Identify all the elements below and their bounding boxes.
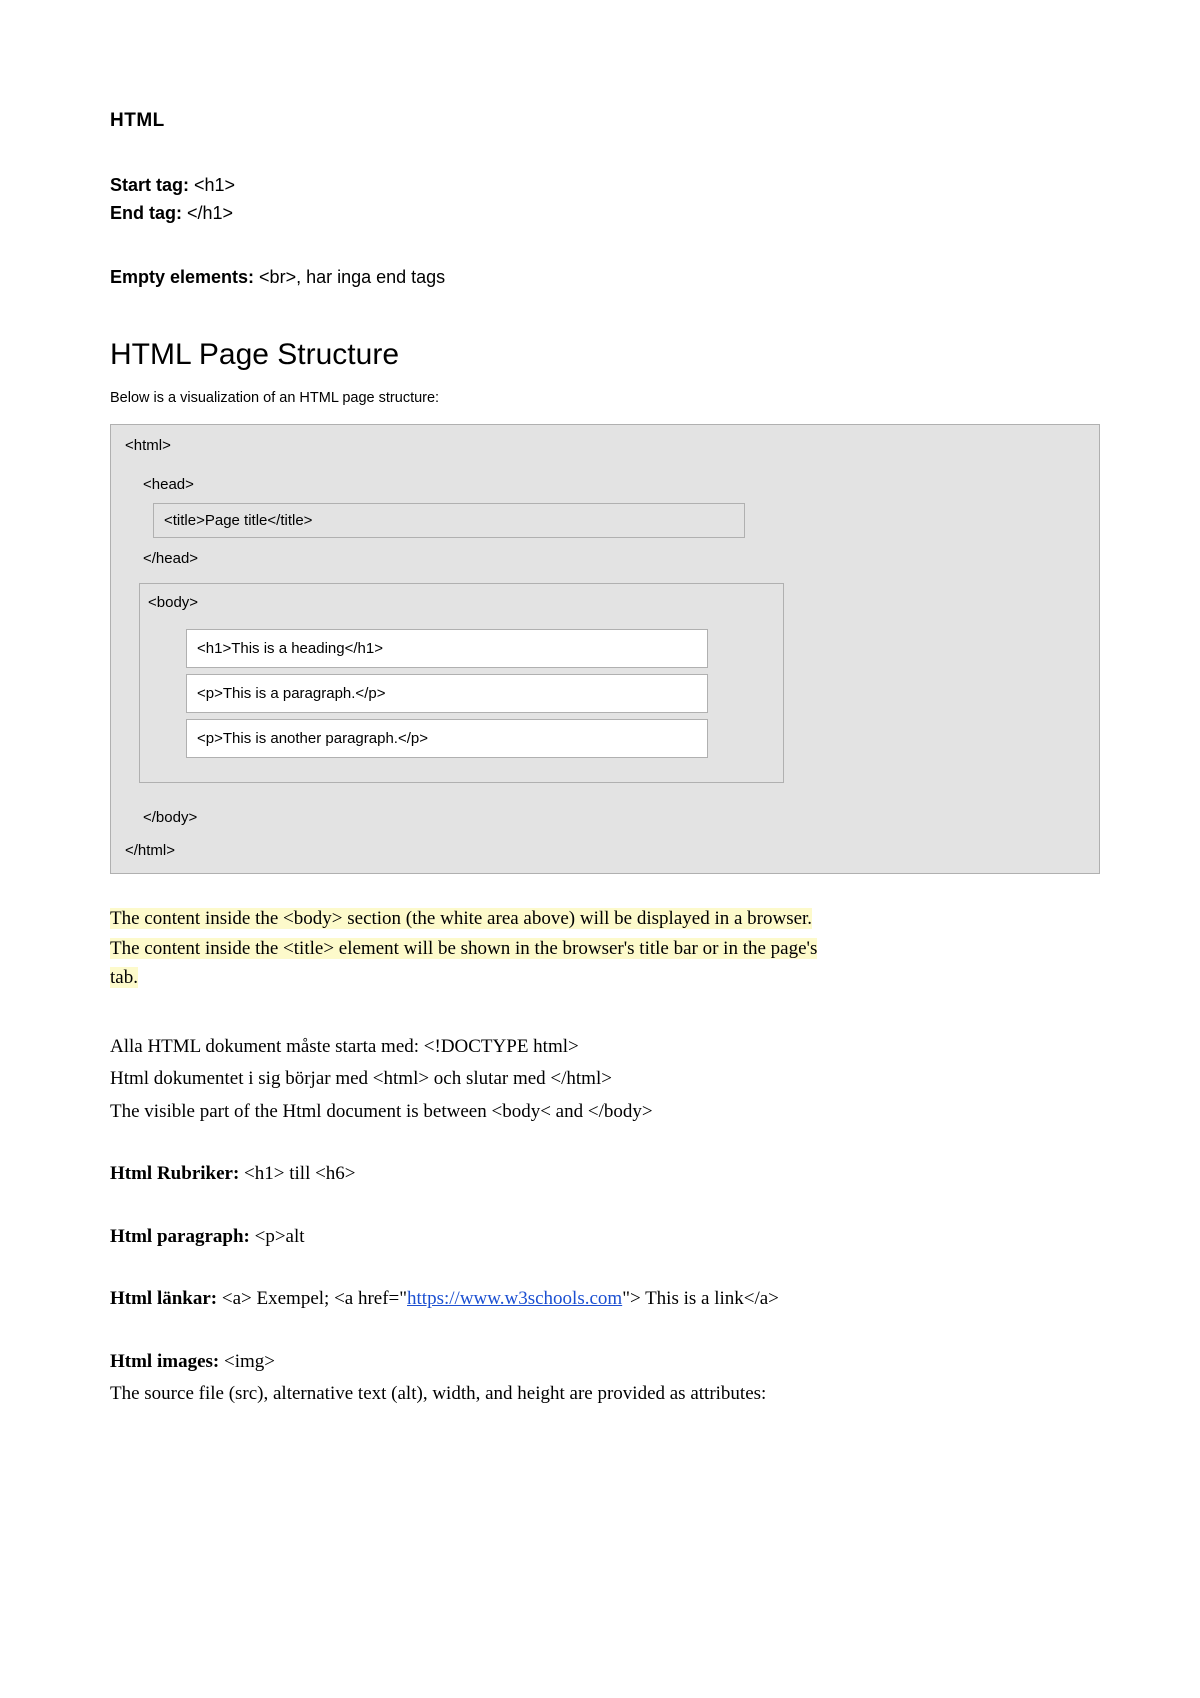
title-tag-box: <title>Page title</title> (153, 503, 745, 538)
end-tag-line: End tag: </h1> (110, 200, 1100, 226)
h1-box: <h1>This is a heading</h1> (186, 629, 708, 668)
head-box: <head> <title>Page title</title> </head> (139, 470, 1071, 573)
highlight-line-2a: The content inside the <title> element w… (110, 938, 817, 959)
html-open-tag: <html> (121, 435, 1089, 464)
images-label: Html images: (110, 1351, 219, 1372)
body-close-tag: </body> (139, 793, 1089, 832)
rubriker-line: Html Rubriker: <h1> till <h6> (110, 1160, 1100, 1189)
p2-box: <p>This is another paragraph.</p> (186, 719, 708, 758)
empty-elements-line: Empty elements: <br>, har inga end tags (110, 264, 1100, 290)
rubriker-label: Html Rubriker: (110, 1163, 239, 1184)
body-open-tag: <body> (144, 592, 779, 625)
doc-rules-group: Alla HTML dokument måste starta med: <!D… (110, 1033, 1100, 1127)
serif-block: Alla HTML dokument måste starta med: <!D… (110, 1033, 1100, 1409)
highlight-line-2b: tab. (110, 967, 138, 988)
lankar-post: "> This is a link</a> (622, 1288, 779, 1309)
lankar-label: Html länkar: (110, 1288, 217, 1309)
page-title: HTML (110, 110, 1100, 132)
start-tag-line: Start tag: <h1> (110, 172, 1100, 198)
head-open-tag: <head> (139, 470, 1071, 499)
paragraph-value: <p>alt (250, 1226, 305, 1247)
document-page: HTML Start tag: <h1> End tag: </h1> Empt… (0, 0, 1200, 1473)
lankar-line: Html länkar: <a> Exempel; <a href="https… (110, 1285, 1100, 1314)
paragraph-line: Html paragraph: <p>alt (110, 1223, 1100, 1252)
start-tag-value: <h1> (189, 175, 235, 195)
section-title: HTML Page Structure (110, 338, 1100, 372)
lankar-pre: <a> Exempel; <a href=" (217, 1288, 407, 1309)
images-line: Html images: <img> (110, 1348, 1100, 1377)
doc-rule-3: The visible part of the Html document is… (110, 1098, 1100, 1127)
doc-rule-1: Alla HTML dokument måste starta med: <!D… (110, 1033, 1100, 1062)
structure-diagram: <html> <head> <title>Page title</title> … (110, 424, 1100, 874)
doc-rule-2: Html dokumentet i sig börjar med <html> … (110, 1065, 1100, 1094)
body-box: <body> <h1>This is a heading</h1> <p>Thi… (139, 583, 784, 783)
start-tag-label: Start tag: (110, 175, 189, 195)
empty-elements-value: <br>, har inga end tags (254, 267, 445, 287)
images-value: <img> (219, 1351, 275, 1372)
end-tag-value: </h1> (182, 203, 233, 223)
images-block: Html images: <img> The source file (src)… (110, 1348, 1100, 1409)
paragraph-label: Html paragraph: (110, 1226, 250, 1247)
section-subtext: Below is a visualization of an HTML page… (110, 390, 1100, 406)
rubriker-value: <h1> till <h6> (239, 1163, 355, 1184)
end-tag-label: End tag: (110, 203, 182, 223)
highlight-line-1: The content inside the <body> section (t… (110, 908, 812, 929)
highlight-block: The content inside the <body> section (t… (110, 904, 1100, 992)
p1-box: <p>This is a paragraph.</p> (186, 674, 708, 713)
head-close-tag: </head> (139, 544, 1071, 573)
w3schools-link[interactable]: https://www.w3schools.com (407, 1288, 622, 1309)
images-desc: The source file (src), alternative text … (110, 1380, 1100, 1409)
empty-elements-label: Empty elements: (110, 267, 254, 287)
html-close-tag: </html> (121, 832, 1089, 859)
